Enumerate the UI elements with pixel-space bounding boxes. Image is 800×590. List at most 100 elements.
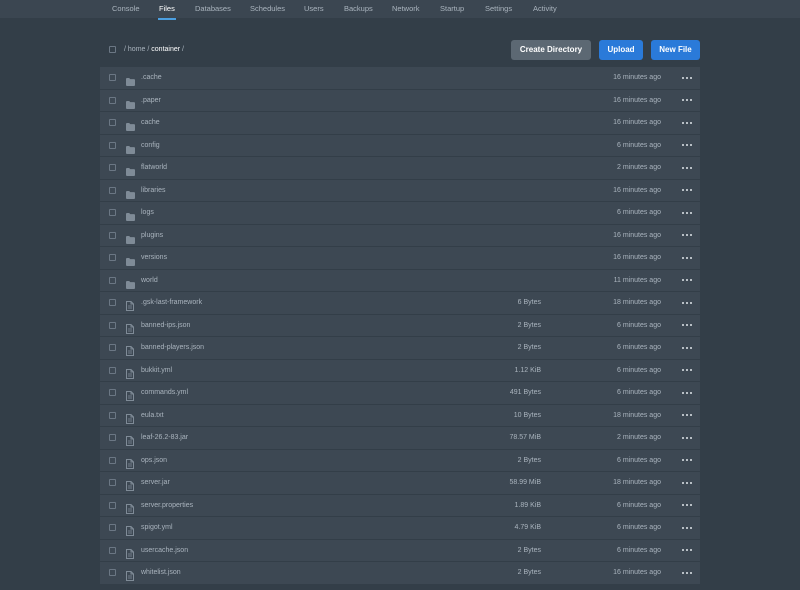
- more-options-icon[interactable]: [682, 343, 692, 352]
- file-name[interactable]: plugins: [141, 232, 163, 240]
- row-checkbox[interactable]: [109, 366, 116, 374]
- upload-button[interactable]: Upload: [599, 40, 643, 60]
- more-options-icon[interactable]: [682, 388, 692, 397]
- file-name[interactable]: flatworld: [141, 164, 167, 172]
- more-options-icon[interactable]: [682, 433, 692, 442]
- file-name[interactable]: spigot.yml: [141, 524, 173, 532]
- file-name[interactable]: usercache.json: [141, 547, 188, 555]
- tab-databases[interactable]: Databases: [195, 5, 231, 13]
- row-checkbox[interactable]: [109, 569, 116, 576]
- file-name[interactable]: .paper: [141, 97, 161, 105]
- row-checkbox[interactable]: [109, 141, 116, 149]
- row-checkbox[interactable]: [109, 209, 116, 216]
- more-options-icon[interactable]: [682, 366, 692, 375]
- folder-row[interactable]: flatworld 2 minutes ago: [100, 157, 700, 179]
- file-name[interactable]: .gsk-last-framework: [141, 299, 202, 307]
- file-row[interactable]: usercache.json 2 Bytes 6 minutes ago: [100, 539, 700, 561]
- file-row[interactable]: server.jar 58.99 MiB 18 minutes ago: [100, 472, 700, 494]
- breadcrumb-home[interactable]: home: [128, 46, 146, 53]
- more-options-icon[interactable]: [682, 276, 692, 285]
- more-options-icon[interactable]: [682, 298, 692, 307]
- more-options-icon[interactable]: [682, 73, 692, 82]
- file-name[interactable]: server.jar: [141, 479, 170, 487]
- tab-settings[interactable]: Settings: [485, 5, 512, 13]
- file-row[interactable]: ops.json 2 Bytes 6 minutes ago: [100, 449, 700, 471]
- file-row[interactable]: spigot.yml 4.79 KiB 6 minutes ago: [100, 517, 700, 539]
- more-options-icon[interactable]: [682, 478, 692, 487]
- file-name[interactable]: commands.yml: [141, 389, 188, 397]
- row-checkbox[interactable]: [109, 546, 116, 554]
- tab-startup[interactable]: Startup: [440, 5, 464, 13]
- row-checkbox[interactable]: [109, 389, 116, 396]
- folder-row[interactable]: logs 6 minutes ago: [100, 202, 700, 224]
- row-checkbox[interactable]: [109, 276, 116, 284]
- row-checkbox[interactable]: [109, 321, 116, 329]
- row-checkbox[interactable]: [109, 344, 116, 351]
- tab-schedules[interactable]: Schedules: [250, 5, 285, 13]
- folder-row[interactable]: versions 16 minutes ago: [100, 247, 700, 269]
- folder-row[interactable]: .paper 16 minutes ago: [100, 89, 700, 111]
- file-row[interactable]: bukkit.yml 1.12 KiB 6 minutes ago: [100, 359, 700, 381]
- tab-network[interactable]: Network: [392, 5, 420, 13]
- row-checkbox[interactable]: [109, 434, 116, 441]
- file-name[interactable]: ops.json: [141, 457, 167, 465]
- more-options-icon[interactable]: [682, 321, 692, 330]
- select-all-checkbox[interactable]: [109, 46, 116, 53]
- file-row[interactable]: commands.yml 491 Bytes 6 minutes ago: [100, 382, 700, 404]
- create-directory-button[interactable]: Create Directory: [511, 40, 591, 60]
- file-name[interactable]: eula.txt: [141, 412, 164, 420]
- file-row[interactable]: server.properties 1.89 KiB 6 minutes ago: [100, 494, 700, 516]
- folder-row[interactable]: plugins 16 minutes ago: [100, 224, 700, 246]
- row-checkbox[interactable]: [109, 74, 116, 81]
- more-options-icon[interactable]: [682, 456, 692, 465]
- row-checkbox[interactable]: [109, 119, 116, 126]
- more-options-icon[interactable]: [682, 546, 692, 555]
- more-options-icon[interactable]: [682, 523, 692, 532]
- file-name[interactable]: banned-ips.json: [141, 322, 190, 330]
- row-checkbox[interactable]: [109, 164, 116, 171]
- tab-files[interactable]: Files: [158, 5, 176, 20]
- more-options-icon[interactable]: [682, 253, 692, 262]
- file-name[interactable]: logs: [141, 209, 154, 217]
- folder-row[interactable]: .cache 16 minutes ago: [100, 67, 700, 89]
- file-name[interactable]: .cache: [141, 74, 162, 82]
- folder-row[interactable]: config 6 minutes ago: [100, 134, 700, 156]
- more-options-icon[interactable]: [682, 501, 692, 510]
- file-name[interactable]: leaf-26.2-83.jar: [141, 434, 188, 442]
- tab-backups[interactable]: Backups: [344, 5, 373, 13]
- row-checkbox[interactable]: [109, 231, 116, 239]
- row-checkbox[interactable]: [109, 411, 116, 419]
- more-options-icon[interactable]: [682, 186, 692, 195]
- file-row[interactable]: eula.txt 10 Bytes 18 minutes ago: [100, 404, 700, 426]
- more-options-icon[interactable]: [682, 96, 692, 105]
- file-name[interactable]: whitelist.json: [141, 569, 181, 577]
- more-options-icon[interactable]: [682, 231, 692, 240]
- row-checkbox[interactable]: [109, 524, 116, 531]
- more-options-icon[interactable]: [682, 411, 692, 420]
- row-checkbox[interactable]: [109, 479, 116, 486]
- row-checkbox[interactable]: [109, 501, 116, 509]
- more-options-icon[interactable]: [682, 118, 692, 127]
- file-name[interactable]: cache: [141, 119, 160, 127]
- more-options-icon[interactable]: [682, 208, 692, 217]
- new-file-button[interactable]: New File: [651, 40, 700, 60]
- file-name[interactable]: versions: [141, 254, 167, 262]
- row-checkbox[interactable]: [109, 299, 116, 306]
- tab-console[interactable]: Console: [112, 5, 140, 13]
- file-name[interactable]: world: [141, 277, 158, 285]
- tab-users[interactable]: Users: [304, 5, 324, 13]
- file-row[interactable]: banned-players.json 2 Bytes 6 minutes ago: [100, 337, 700, 359]
- file-name[interactable]: bukkit.yml: [141, 367, 172, 375]
- tab-activity[interactable]: Activity: [533, 5, 557, 13]
- file-name[interactable]: banned-players.json: [141, 344, 204, 352]
- file-row[interactable]: .gsk-last-framework 6 Bytes 18 minutes ago: [100, 292, 700, 314]
- more-options-icon[interactable]: [682, 568, 692, 577]
- file-row[interactable]: banned-ips.json 2 Bytes 6 minutes ago: [100, 314, 700, 336]
- folder-row[interactable]: world 11 minutes ago: [100, 269, 700, 291]
- folder-row[interactable]: libraries 16 minutes ago: [100, 179, 700, 201]
- file-name[interactable]: libraries: [141, 187, 166, 195]
- row-checkbox[interactable]: [109, 186, 116, 194]
- file-name[interactable]: server.properties: [141, 502, 193, 510]
- file-row[interactable]: whitelist.json 2 Bytes 16 minutes ago: [100, 562, 700, 584]
- breadcrumb-current[interactable]: container: [151, 46, 180, 53]
